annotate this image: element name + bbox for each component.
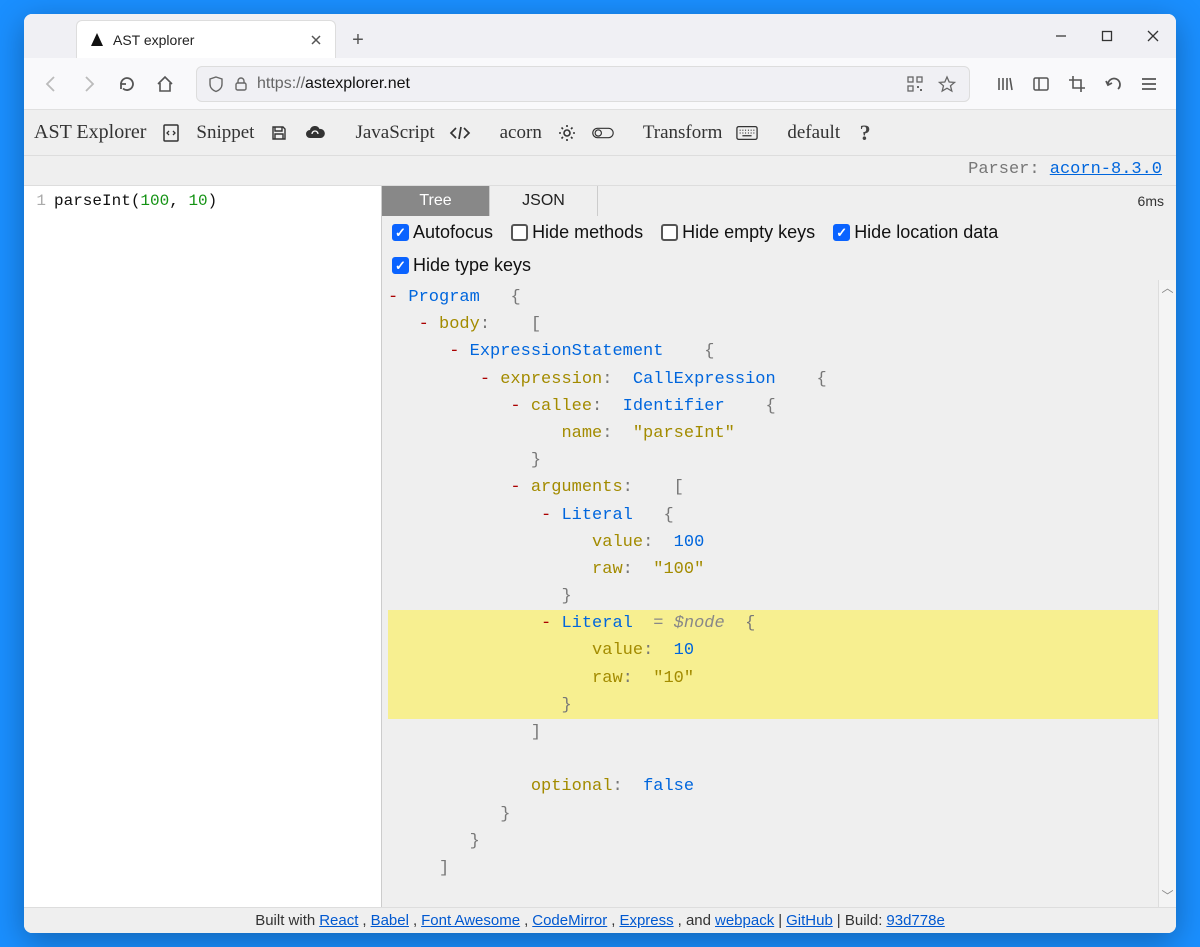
toggle-icon[interactable]: [592, 122, 614, 144]
link-babel[interactable]: Babel: [371, 912, 409, 929]
transform-label[interactable]: Transform: [643, 122, 723, 144]
link-webpack[interactable]: webpack: [715, 912, 774, 929]
bookmark-icon[interactable]: [935, 72, 959, 96]
main-content: 1 parseInt(100, 10) Tree JSON 6ms Autofo…: [24, 186, 1176, 907]
scroll-down-icon[interactable]: ﹀: [1161, 888, 1173, 907]
tab-title: AST explorer: [113, 32, 299, 48]
library-icon[interactable]: [988, 67, 1022, 101]
tab-close-icon[interactable]: [307, 31, 325, 49]
shield-icon[interactable]: [207, 75, 225, 93]
crop-icon[interactable]: [1060, 67, 1094, 101]
highlighted-node[interactable]: - Literal = $node { value: 10 raw: "10" …: [388, 610, 1176, 719]
snippet-label[interactable]: Snippet: [196, 122, 254, 144]
mode-select[interactable]: default: [787, 122, 840, 144]
back-button[interactable]: [34, 67, 68, 101]
tab-strip: AST explorer +: [24, 14, 1176, 58]
minimize-button[interactable]: [1038, 14, 1084, 58]
tree-options: Autofocus Hide methods Hide empty keys H…: [382, 216, 1176, 280]
link-react[interactable]: React: [319, 912, 358, 929]
app-toolbar: AST Explorer Snippet JavaScript acorn Tr…: [24, 110, 1176, 156]
lock-icon[interactable]: [233, 76, 249, 92]
opt-hide-type[interactable]: Hide type keys: [392, 255, 1166, 276]
save-icon[interactable]: [268, 122, 290, 144]
parse-timing: 6ms: [1126, 186, 1176, 216]
window-controls: [1038, 14, 1176, 58]
tab-json[interactable]: JSON: [490, 186, 598, 216]
forward-button[interactable]: [72, 67, 106, 101]
url-text: https://astexplorer.net: [257, 75, 410, 93]
opt-hide-empty[interactable]: Hide empty keys: [661, 222, 815, 243]
view-tabs: Tree JSON 6ms: [382, 186, 1176, 216]
help-icon[interactable]: ?: [854, 122, 876, 144]
maximize-button[interactable]: [1084, 14, 1130, 58]
footer: Built with React, Babel, Font Awesome, C…: [24, 907, 1176, 933]
home-button[interactable]: [148, 67, 182, 101]
link-github[interactable]: GitHub: [786, 912, 833, 929]
app-title: AST Explorer: [34, 121, 146, 144]
line-number: 1: [24, 192, 54, 210]
opt-hide-location[interactable]: Hide location data: [833, 222, 998, 243]
tree-view[interactable]: - Program { - body: [ - ExpressionStatem…: [382, 280, 1176, 907]
scrollbar[interactable]: ︿ ﹀: [1158, 280, 1176, 907]
tab-tree[interactable]: Tree: [382, 186, 490, 216]
cloud-icon[interactable]: [304, 122, 326, 144]
address-bar[interactable]: https://astexplorer.net: [196, 66, 970, 102]
ast-output: Tree JSON 6ms Autofocus Hide methods Hid…: [382, 186, 1176, 907]
keyboard-icon[interactable]: [736, 122, 758, 144]
code-editor[interactable]: 1 parseInt(100, 10): [24, 186, 382, 907]
checkbox-icon[interactable]: [511, 224, 528, 241]
code-content: parseInt(100, 10): [54, 192, 217, 210]
link-build[interactable]: 93d778e: [886, 912, 944, 929]
gear-icon[interactable]: [556, 122, 578, 144]
link-express[interactable]: Express: [619, 912, 673, 929]
sidebar-icon[interactable]: [1024, 67, 1058, 101]
browser-tab[interactable]: AST explorer: [76, 20, 336, 58]
checkbox-icon[interactable]: [833, 224, 850, 241]
undo-icon[interactable]: [1096, 67, 1130, 101]
checkbox-icon[interactable]: [392, 257, 409, 274]
reload-button[interactable]: [110, 67, 144, 101]
parser-link[interactable]: acorn-8.3.0: [1050, 160, 1162, 179]
new-tab-button[interactable]: +: [342, 24, 374, 56]
opt-hide-methods[interactable]: Hide methods: [511, 222, 643, 243]
link-codemirror[interactable]: CodeMirror: [532, 912, 607, 929]
parser-select[interactable]: acorn: [500, 122, 542, 144]
menu-icon[interactable]: [1132, 67, 1166, 101]
code-file-icon[interactable]: [160, 122, 182, 144]
parser-info: Parser: acorn-8.3.0: [24, 156, 1176, 186]
tab-favicon-icon: [89, 32, 105, 48]
language-select[interactable]: JavaScript: [355, 122, 434, 144]
opt-autofocus[interactable]: Autofocus: [392, 222, 493, 243]
link-fontawesome[interactable]: Font Awesome: [421, 912, 520, 929]
url-bar: https://astexplorer.net: [24, 58, 1176, 110]
code-icon[interactable]: [449, 122, 471, 144]
checkbox-icon[interactable]: [392, 224, 409, 241]
browser-window: AST explorer +: [24, 14, 1176, 933]
parser-label: Parser:: [968, 160, 1050, 179]
qr-icon[interactable]: [903, 72, 927, 96]
checkbox-icon[interactable]: [661, 224, 678, 241]
close-window-button[interactable]: [1130, 14, 1176, 58]
scroll-up-icon[interactable]: ︿: [1161, 280, 1173, 299]
